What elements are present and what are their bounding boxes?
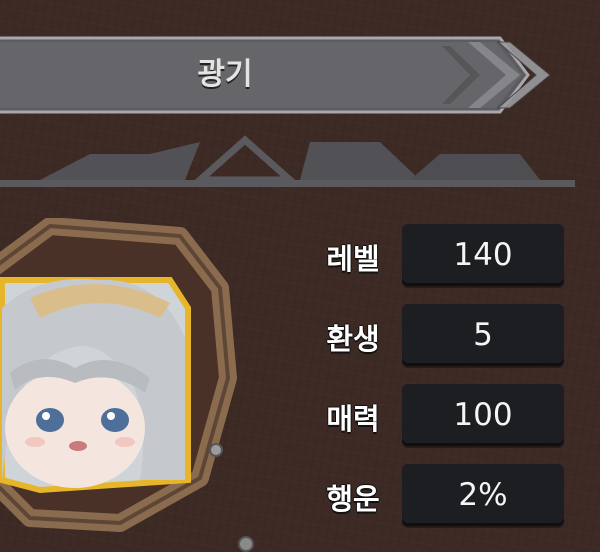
stat-row-level: 레벨 140 [300, 220, 600, 300]
stat-value-box: 140 [402, 224, 564, 286]
stat-row-luck: 행운 2% [300, 460, 600, 540]
stat-label: 행운 [326, 482, 380, 516]
stat-value: 100 [453, 397, 513, 433]
stat-row-rebirth: 환생 5 [300, 300, 600, 380]
stat-value: 140 [453, 237, 513, 273]
stat-label: 레벨 [326, 242, 380, 276]
stat-value: 2% [458, 477, 508, 513]
title-banner: 광기 [0, 32, 551, 118]
stats-panel: 레벨 140 환생 5 매력 100 행운 2% [300, 220, 600, 540]
page-title: 광기 [197, 57, 253, 92]
stat-row-charm: 매력 100 [300, 380, 600, 460]
stat-label: 매력 [326, 402, 380, 436]
stat-value-box: 2% [402, 464, 564, 526]
divider-ornament [0, 132, 600, 196]
stat-label: 환생 [326, 322, 380, 356]
stat-value-box: 5 [402, 304, 564, 366]
stat-value: 5 [473, 317, 493, 353]
stat-value-box: 100 [402, 384, 564, 446]
character-portrait[interactable] [0, 217, 260, 542]
frame-rivet-icon [238, 536, 254, 552]
